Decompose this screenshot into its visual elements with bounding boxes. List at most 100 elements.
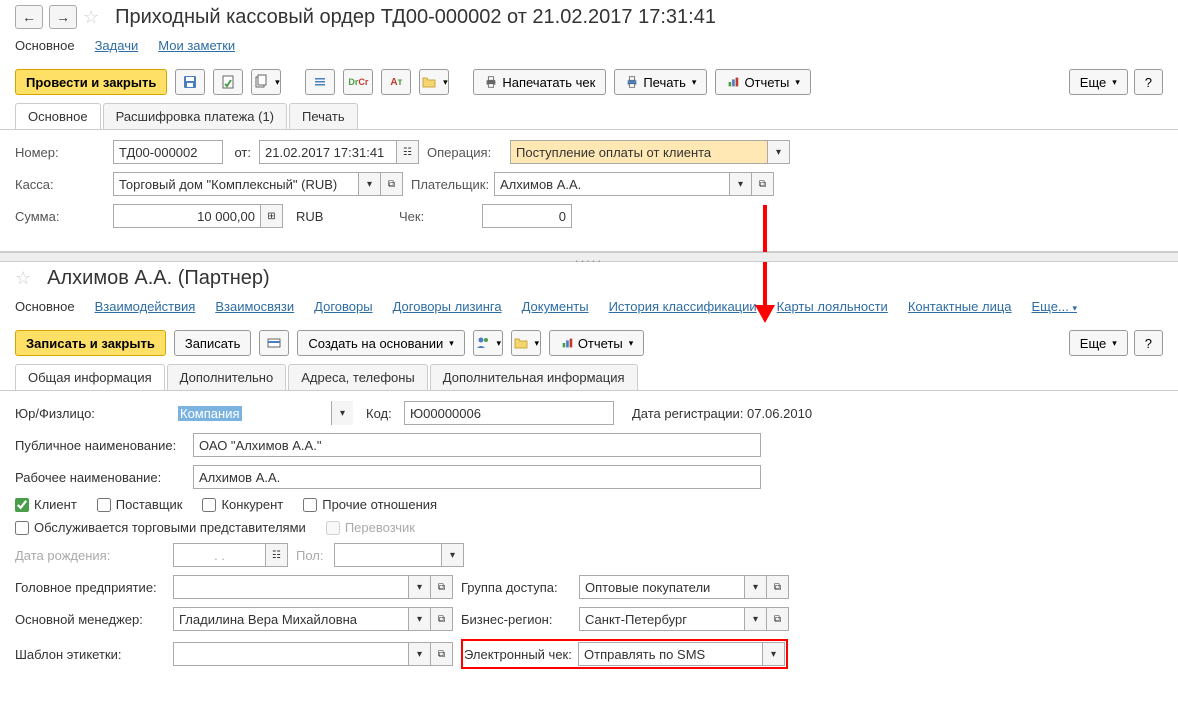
birth-label: Дата рождения: bbox=[15, 548, 165, 563]
open-icon[interactable]: ⧉ bbox=[767, 575, 789, 599]
open-icon[interactable]: ⧉ bbox=[767, 607, 789, 631]
open-icon[interactable]: ⧉ bbox=[431, 642, 453, 666]
tab-addresses[interactable]: Адреса, телефоны bbox=[288, 364, 428, 390]
served-by-checkbox[interactable]: Обслуживается торговыми представителями bbox=[15, 520, 306, 535]
main-manager-label: Основной менеджер: bbox=[15, 612, 165, 627]
list-icon-button[interactable] bbox=[305, 69, 335, 95]
chevron-down-icon[interactable]: ▾ bbox=[768, 140, 790, 164]
code-input[interactable]: Ю00000006 bbox=[404, 401, 614, 425]
subnav-documents[interactable]: Документы bbox=[522, 299, 589, 314]
chevron-down-icon[interactable]: ▾ bbox=[409, 575, 431, 599]
other-rel-checkbox[interactable]: Прочие отношения bbox=[303, 497, 437, 512]
currency-label: RUB bbox=[291, 209, 391, 224]
tab-payment[interactable]: Расшифровка платежа (1) bbox=[103, 103, 287, 129]
open-icon[interactable]: ⧉ bbox=[381, 172, 403, 196]
splitter[interactable] bbox=[0, 252, 1178, 262]
subnav-classification[interactable]: История классификации bbox=[609, 299, 757, 314]
subnav-interactions[interactable]: Взаимодействия bbox=[95, 299, 196, 314]
chevron-down-icon[interactable]: ▾ bbox=[409, 642, 431, 666]
tab-print[interactable]: Печать bbox=[289, 103, 358, 129]
from-label: от: bbox=[231, 145, 251, 160]
head-org-input[interactable] bbox=[173, 575, 409, 599]
competitor-checkbox[interactable]: Конкурент bbox=[202, 497, 283, 512]
subnav-contacts[interactable]: Контактные лица bbox=[908, 299, 1012, 314]
work-name-input[interactable]: Алхимов А.А. bbox=[193, 465, 761, 489]
help-button2[interactable]: ? bbox=[1134, 330, 1163, 356]
folder-icon-button[interactable] bbox=[419, 69, 449, 95]
echeck-select[interactable]: Отправлять по SMS bbox=[578, 642, 763, 666]
reports-button2[interactable]: Отчеты bbox=[549, 330, 644, 356]
tab-general[interactable]: Общая информация bbox=[15, 364, 165, 390]
at-icon-button[interactable]: Ат bbox=[381, 69, 411, 95]
create-based-button[interactable]: Создать на основании bbox=[297, 330, 464, 356]
business-region-label: Бизнес-регион: bbox=[461, 612, 571, 627]
save-icon-button[interactable] bbox=[175, 69, 205, 95]
number-input[interactable]: ТД00-000002 bbox=[113, 140, 223, 164]
chevron-down-icon[interactable]: ▾ bbox=[730, 172, 752, 196]
subnav-leasing[interactable]: Договоры лизинга bbox=[393, 299, 502, 314]
legal-select[interactable]: Компания bbox=[173, 401, 331, 425]
more-button2[interactable]: Еще bbox=[1069, 330, 1128, 356]
chevron-down-icon[interactable]: ▾ bbox=[745, 575, 767, 599]
calc-icon[interactable]: ⊞ bbox=[261, 204, 283, 228]
kassa-label: Касса: bbox=[15, 177, 105, 192]
print-check-button[interactable]: Напечатать чек bbox=[473, 69, 606, 95]
tab-additional[interactable]: Дополнительно bbox=[167, 364, 287, 390]
calendar-icon[interactable]: ☷ bbox=[397, 140, 419, 164]
subnav-loyalty[interactable]: Карты лояльности bbox=[777, 299, 888, 314]
calendar-icon[interactable]: ☷ bbox=[266, 543, 288, 567]
open-icon[interactable]: ⧉ bbox=[431, 575, 453, 599]
access-group-input[interactable]: Оптовые покупатели bbox=[579, 575, 745, 599]
kassa-input[interactable]: Торговый дом "Комплексный" (RUB) bbox=[113, 172, 359, 196]
subnav-main[interactable]: Основное bbox=[15, 38, 75, 53]
supplier-checkbox[interactable]: Поставщик bbox=[97, 497, 183, 512]
help-button[interactable]: ? bbox=[1134, 69, 1163, 95]
nav-back[interactable]: ← bbox=[15, 5, 43, 29]
open-icon[interactable]: ⧉ bbox=[752, 172, 774, 196]
chevron-down-icon[interactable]: ▾ bbox=[442, 543, 464, 567]
chevron-down-icon[interactable]: ▾ bbox=[359, 172, 381, 196]
label-template-input[interactable] bbox=[173, 642, 409, 666]
operation-select[interactable]: Поступление оплаты от клиента bbox=[510, 140, 768, 164]
chevron-down-icon[interactable]: ▾ bbox=[763, 642, 785, 666]
more-button[interactable]: Еще bbox=[1069, 69, 1128, 95]
gender-select[interactable] bbox=[334, 543, 442, 567]
save-button[interactable]: Записать bbox=[174, 330, 252, 356]
birth-input[interactable]: . . bbox=[173, 543, 266, 567]
check-input[interactable]: 0 bbox=[482, 204, 572, 228]
copy-icon-button[interactable] bbox=[251, 69, 281, 95]
subnav-more[interactable]: Еще... ▾ bbox=[1032, 299, 1077, 314]
nav-forward[interactable]: → bbox=[49, 5, 77, 29]
post-close-button[interactable]: Провести и закрыть bbox=[15, 69, 167, 95]
public-name-input[interactable]: ОАО "Алхимов А.А." bbox=[193, 433, 761, 457]
chevron-down-icon[interactable]: ▾ bbox=[409, 607, 431, 631]
card-icon-button[interactable] bbox=[259, 330, 289, 356]
reports-button[interactable]: Отчеты bbox=[715, 69, 810, 95]
chevron-down-icon[interactable]: ▾ bbox=[331, 401, 353, 425]
payer-input[interactable]: Алхимов А.А. bbox=[494, 172, 730, 196]
date-input[interactable]: 21.02.2017 17:31:41 bbox=[259, 140, 397, 164]
sum-input[interactable]: 10 000,00 bbox=[113, 204, 261, 228]
client-checkbox[interactable]: Клиент bbox=[15, 497, 77, 512]
tab-main[interactable]: Основное bbox=[15, 103, 101, 129]
subnav-relations[interactable]: Взаимосвязи bbox=[215, 299, 294, 314]
subnav-main2[interactable]: Основное bbox=[15, 299, 75, 314]
tab-extra-info[interactable]: Дополнительная информация bbox=[430, 364, 638, 390]
legal-label: Юр/Физлицо: bbox=[15, 406, 165, 421]
print-button[interactable]: Печать bbox=[614, 69, 707, 95]
save-close-button[interactable]: Записать и закрыть bbox=[15, 330, 166, 356]
gender-label: Пол: bbox=[296, 548, 326, 563]
chevron-down-icon[interactable]: ▾ bbox=[745, 607, 767, 631]
folder-icon-button2[interactable] bbox=[511, 330, 541, 356]
favorite-icon[interactable]: ☆ bbox=[83, 7, 99, 28]
users-icon-button[interactable] bbox=[473, 330, 503, 356]
open-icon[interactable]: ⧉ bbox=[431, 607, 453, 631]
subnav-tasks[interactable]: Задачи bbox=[95, 38, 139, 53]
main-manager-input[interactable]: Гладилина Вера Михайловна bbox=[173, 607, 409, 631]
post-icon-button[interactable] bbox=[213, 69, 243, 95]
drcr-icon-button[interactable]: DrCr bbox=[343, 69, 373, 95]
favorite-icon[interactable]: ☆ bbox=[15, 268, 31, 289]
subnav-contracts[interactable]: Договоры bbox=[314, 299, 372, 314]
business-region-input[interactable]: Санкт-Петербург bbox=[579, 607, 745, 631]
subnav-notes[interactable]: Мои заметки bbox=[158, 38, 235, 53]
